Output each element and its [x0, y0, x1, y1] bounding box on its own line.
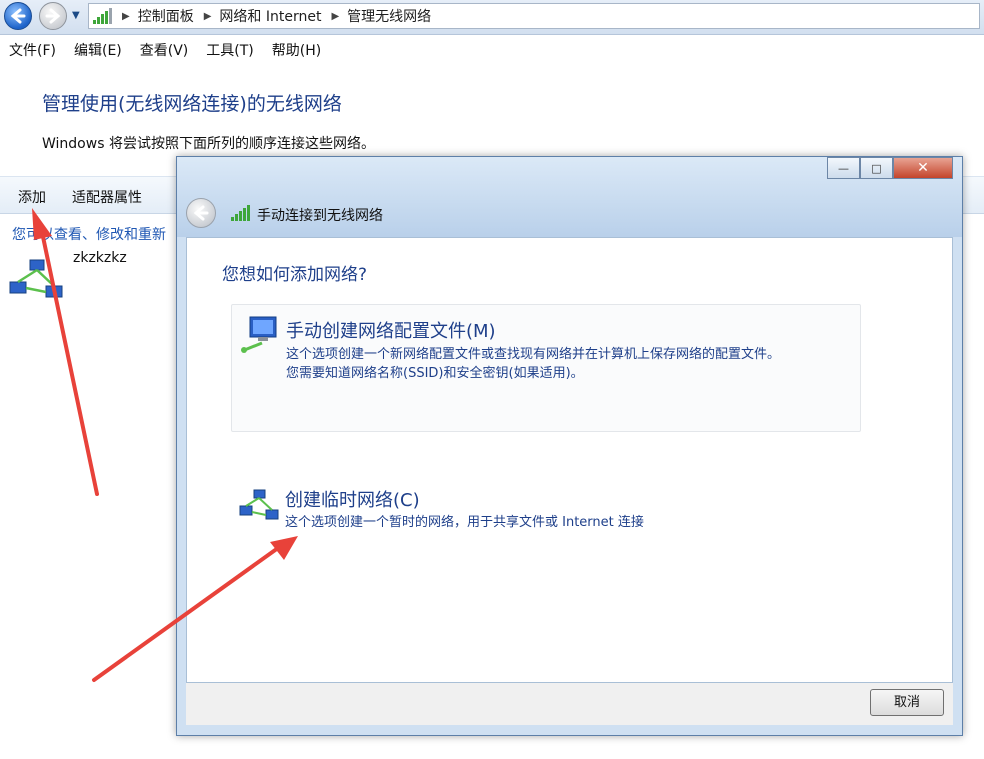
annotation-arrows [32, 208, 298, 682]
red-arrow-to-adhoc-option [92, 536, 298, 682]
red-arrow-to-add-button [32, 208, 99, 496]
